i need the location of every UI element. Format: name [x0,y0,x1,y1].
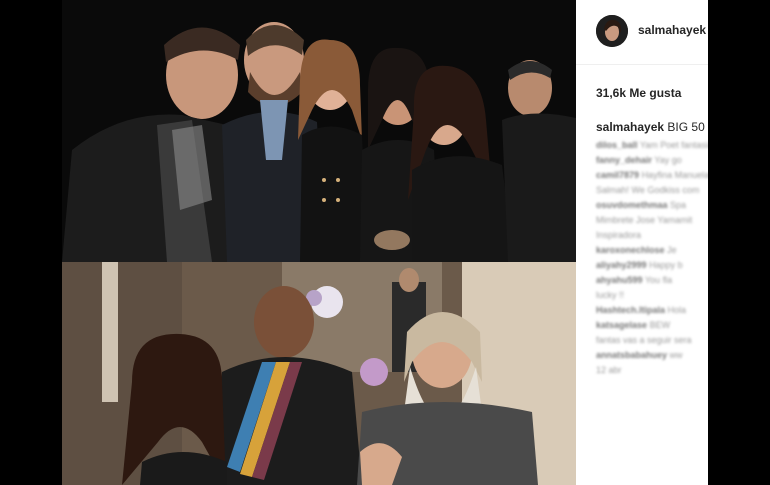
profile-avatar[interactable] [596,15,628,47]
comment-item: osuvdomethmaa Spa [596,200,687,210]
comment-item: annatsbabahuey ww [596,350,683,360]
post-header: salmahayek [576,0,708,65]
post-caption: salmahayek BIG 50 [596,120,705,134]
comment-item: aliyahy2999 Happy b [596,260,683,270]
caption-text: BIG 50 [667,120,705,134]
comment-item: fantas vas a seguir sera [596,335,692,345]
caption-username[interactable]: salmahayek [596,120,664,134]
instagram-post-screenshot: salmahayek 31,6k Me gusta salmahayek BIG… [0,0,770,485]
comment-item: camil7879 Hayfina Manuela [596,170,708,180]
comment-item: Inspiradora [596,230,642,240]
comment-item: Salmah! We Godkiss com [596,185,700,195]
post-side-panel: salmahayek 31,6k Me gusta salmahayek BIG… [576,0,708,485]
comment-item: 12 abr [596,365,622,375]
comment-item: Mimbrete Jose Yamamit [596,215,693,225]
post-photo[interactable] [62,0,576,485]
comment-item: Hashtech.ltipala Hola [596,305,687,315]
comment-item: dilos_ball Yam Poet fantasia [596,140,708,150]
comment-item: lucky !! [596,290,625,300]
comment-item: karoxonechlose Je [596,245,677,255]
letterbox-left [0,0,62,485]
photo-group-party [62,0,576,262]
post-username[interactable]: salmahayek [638,23,706,37]
comments-list: dilos_ball Yam Poet fantasia fanny_dehai… [596,140,708,380]
photo-friends-home [62,262,576,485]
likes-count[interactable]: 31,6k Me gusta [596,86,681,100]
comment-item: fanny_dehair Yay go [596,155,682,165]
comment-item: katsagelase BEW [596,320,671,330]
comment-item: ahyahu599 You fla [596,275,673,285]
letterbox-right [708,0,770,485]
